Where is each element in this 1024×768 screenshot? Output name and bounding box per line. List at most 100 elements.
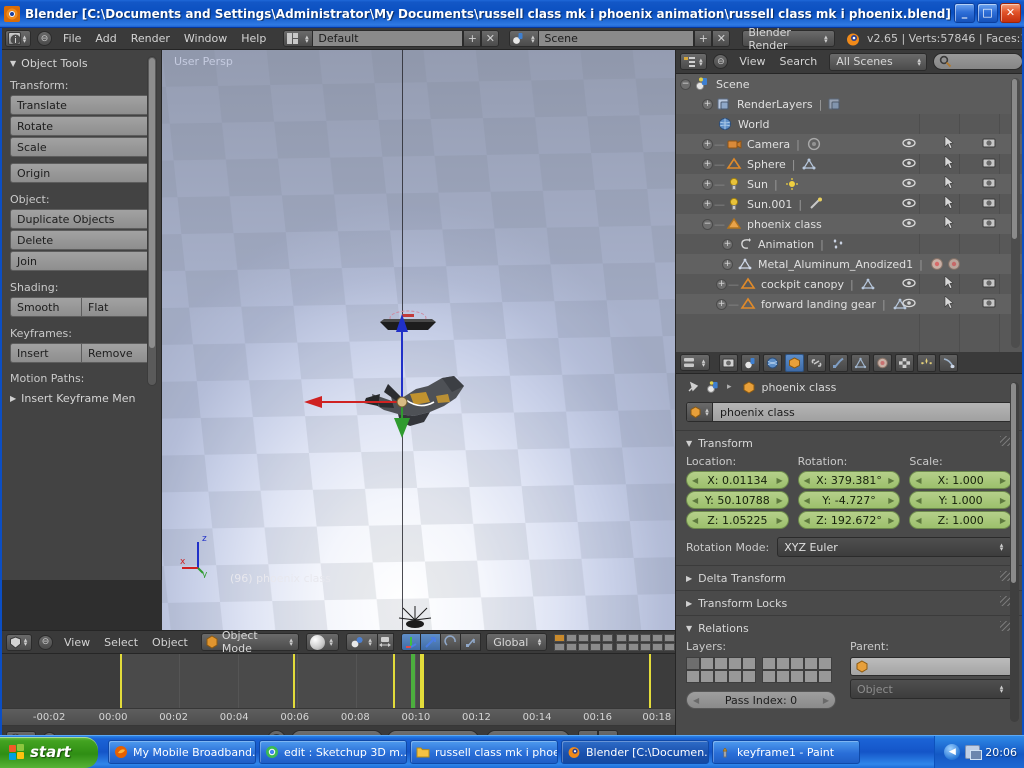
outliner-row-sun[interactable]: + — Sun | — [676, 174, 1022, 194]
layer-button[interactable] — [590, 642, 601, 651]
taskbar-item-folder[interactable]: russell class mk i phoe... — [410, 740, 558, 764]
taskbar-clock[interactable]: 20:06 — [985, 746, 1017, 759]
camera-icon[interactable] — [969, 137, 1009, 151]
tab-mesh-data[interactable] — [851, 353, 870, 372]
menu-add[interactable]: Add — [88, 32, 123, 45]
editor-type-selector-outliner[interactable]: ▴ ▾ — [680, 53, 708, 70]
increment-icon[interactable]: ▶ — [777, 516, 783, 525]
object-layer-button[interactable] — [742, 657, 756, 670]
relations-section-header[interactable]: ▼ Relations — [676, 615, 1022, 640]
object-layer-button[interactable] — [804, 670, 818, 683]
screen-layout-field[interactable]: Default — [313, 30, 464, 47]
tab-material[interactable] — [873, 353, 892, 372]
insert-keyframe-button[interactable]: Insert — [10, 343, 81, 363]
chevron-left-icon[interactable]: ◀ — [944, 744, 961, 760]
duplicate-objects-button[interactable]: Duplicate Objects — [10, 209, 153, 229]
renderlayers-data-icon[interactable] — [828, 97, 843, 111]
outliner-row-cockpit-canopy[interactable]: + — cockpit canopy | — [676, 274, 1022, 294]
manipulator-rotate-toggle[interactable] — [441, 633, 462, 651]
menu-file[interactable]: File — [56, 32, 88, 45]
viewport-menu-view[interactable]: View — [57, 636, 97, 649]
transform-locks-section-header[interactable]: ▶ Transform Locks — [676, 590, 1022, 615]
tab-modifiers[interactable] — [829, 353, 848, 372]
camera-icon[interactable] — [969, 177, 1009, 191]
tab-texture[interactable] — [895, 353, 914, 372]
outliner-collapse-menu-button[interactable]: ⊖ — [713, 54, 729, 69]
cursor-arrow-icon[interactable] — [929, 275, 969, 292]
camera-icon[interactable] — [969, 297, 1009, 311]
rotation-x-field[interactable]: ◀ X: 379.381° ▶ — [797, 471, 901, 489]
tab-render[interactable] — [719, 353, 738, 372]
layer-button[interactable] — [640, 642, 651, 651]
timeline-keyframe[interactable] — [649, 654, 651, 708]
viewport-menu-select[interactable]: Select — [97, 636, 145, 649]
outliner-row-material[interactable]: + Metal_Aluminum_Anodized1 | — [676, 254, 1022, 274]
menu-window[interactable]: Window — [177, 32, 234, 45]
object-layer-button[interactable] — [700, 657, 714, 670]
layer-button[interactable] — [652, 642, 663, 651]
expand-icon[interactable]: + — [702, 98, 713, 110]
sun-data-icon[interactable] — [784, 177, 800, 191]
screen-layout-icon-button[interactable]: ▴ ▾ — [283, 30, 314, 47]
timeline-ruler[interactable]: -00:02 00:00 00:02 00:04 00:06 00:08 00:… — [2, 708, 675, 726]
eye-icon[interactable] — [889, 178, 929, 191]
insert-keyframe-menu-header[interactable]: ▶ Insert Keyframe Men — [2, 388, 161, 411]
timeline-keyframe[interactable] — [120, 654, 122, 708]
scene-icon[interactable] — [706, 380, 721, 394]
shade-smooth-button[interactable]: Smooth — [10, 297, 81, 317]
outliner-row-sun001[interactable]: + — Sun.001 | — [676, 194, 1022, 214]
rotation-mode-selector[interactable]: XYZ Euler ▴ ▾ — [777, 537, 1012, 557]
taskbar-item-blender[interactable]: Blender [C:\Documen... — [561, 740, 709, 764]
layer-button[interactable] — [578, 633, 589, 642]
expand-icon[interactable]: + — [716, 298, 727, 310]
editor-type-selector-info[interactable]: i ▴ ▾ — [5, 30, 31, 47]
parent-object-field[interactable] — [850, 657, 1012, 676]
increment-icon[interactable]: ▶ — [888, 476, 894, 485]
outliner-row-phoenix-class[interactable]: − — phoenix class — [676, 214, 1022, 234]
rotate-button[interactable]: Rotate — [10, 116, 153, 136]
object-layer-button[interactable] — [714, 657, 728, 670]
increment-icon[interactable]: ▶ — [888, 496, 894, 505]
cursor-arrow-icon[interactable] — [929, 175, 969, 192]
layer-button[interactable] — [616, 642, 627, 651]
transform-section-header[interactable]: ▼ Transform — [676, 430, 1022, 455]
increment-icon[interactable]: ▶ — [888, 516, 894, 525]
object-tools-header[interactable]: ▼ Object Tools — [2, 50, 161, 76]
menu-help[interactable]: Help — [234, 32, 273, 45]
transform-manipulator[interactable] — [280, 310, 460, 440]
outliner-row-forward-landing-gear[interactable]: + — forward landing gear | — [676, 294, 1022, 314]
increment-icon[interactable]: ▶ — [1000, 476, 1006, 485]
outliner-search-input[interactable] — [932, 53, 1022, 70]
delete-scene-button[interactable]: ✕ — [712, 30, 731, 47]
object-layer-button[interactable] — [714, 670, 728, 683]
layer-button[interactable] — [566, 633, 577, 642]
toolshelf-scrollbar[interactable] — [147, 56, 157, 386]
scene-icon-button[interactable]: ▴ ▾ — [509, 30, 540, 47]
viewport-shading-selector[interactable]: ▴ ▾ — [305, 633, 339, 651]
editor-type-selector-3dview[interactable]: ▴ ▾ — [6, 633, 32, 651]
tab-particles[interactable] — [917, 353, 936, 372]
outliner-scrollbar-thumb[interactable] — [1012, 79, 1017, 239]
layer-button[interactable] — [640, 633, 651, 642]
start-button[interactable]: start — [0, 736, 98, 768]
eye-icon[interactable] — [889, 298, 929, 311]
outliner-display-mode-selector[interactable]: All Scenes ▴ ▾ — [829, 52, 927, 71]
outliner-tree[interactable]: − Scene + RenderLayers | World + — Camer… — [676, 74, 1022, 352]
collapse-icon[interactable]: − — [680, 78, 691, 90]
expand-icon[interactable]: + — [722, 258, 733, 270]
object-layers-group-2[interactable] — [762, 657, 832, 683]
layer-button[interactable] — [590, 633, 601, 642]
object-layer-button[interactable] — [762, 657, 776, 670]
collapse-menu-button[interactable]: ⊖ — [37, 31, 52, 46]
scale-z-field[interactable]: ◀ Z: 1.000 ▶ — [909, 511, 1013, 529]
editor-type-selector-properties[interactable]: ▴ ▾ — [680, 354, 710, 371]
maximize-button[interactable]: □ — [977, 3, 998, 23]
viewport-menu-object[interactable]: Object — [145, 636, 195, 649]
outliner-row-world[interactable]: World — [676, 114, 1022, 134]
layer-button[interactable] — [664, 642, 675, 651]
collapse-icon[interactable]: − — [702, 218, 713, 230]
layer-button[interactable] — [602, 642, 613, 651]
layer-button[interactable] — [602, 633, 613, 642]
outliner-row-scene[interactable]: − Scene — [676, 74, 1022, 94]
properties-editor[interactable]: ▴ ▾ ▸ phoenix class ▴ ▾ phoenix class ▼ … — [675, 352, 1022, 735]
